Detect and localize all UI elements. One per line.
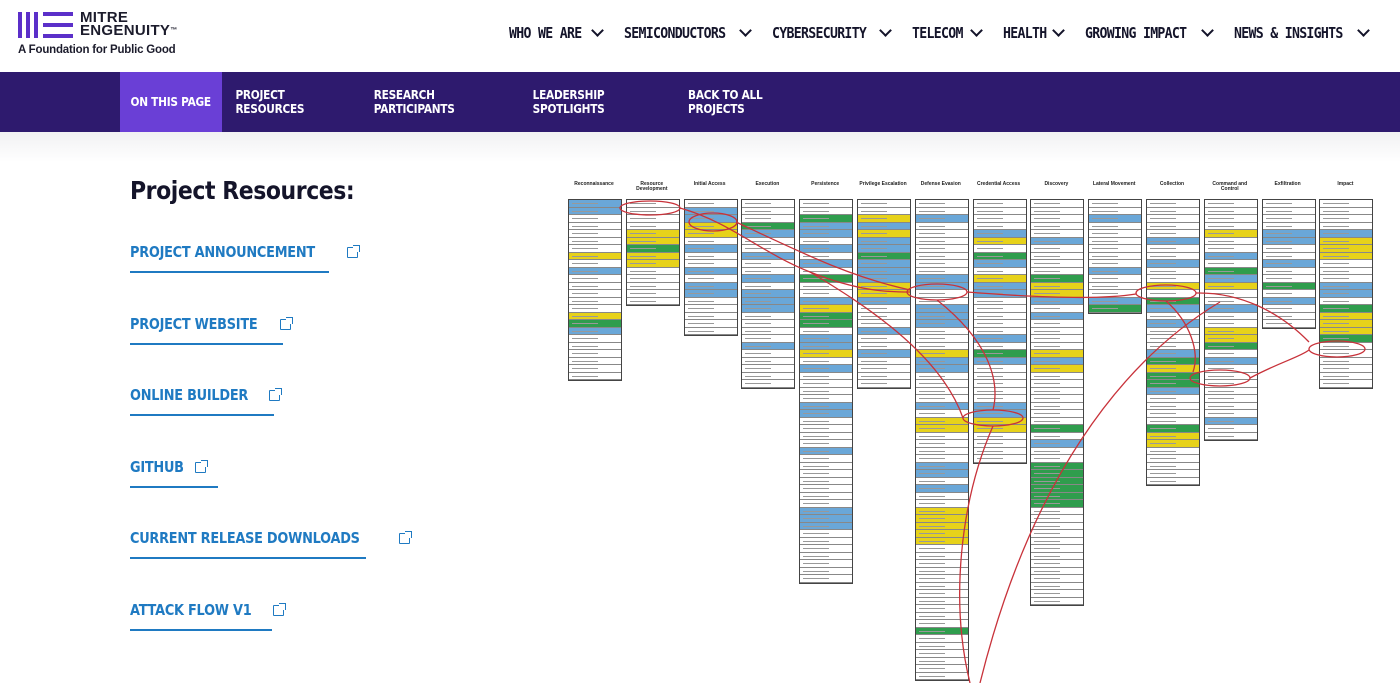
- external-link-icon: [194, 460, 208, 473]
- attack-flow-overlay: [619, 200, 1366, 683]
- project-announcement-link[interactable]: PROJECT ANNOUNCEMENT: [130, 243, 361, 273]
- attack-matrix-image: Reconnaissance Resource Development Initia…: [560, 182, 1374, 683]
- online-builder-link[interactable]: ONLINE BUILDER: [130, 386, 283, 416]
- nav-who-we-are[interactable]: WHO WE ARE: [509, 24, 604, 42]
- project-subnav: ON THIS PAGE PROJECT RESOURCES RESEARCH …: [0, 72, 1400, 132]
- nav-health[interactable]: HEALTH: [1003, 24, 1066, 42]
- chevron-down-icon: [591, 24, 604, 37]
- chevron-down-icon: [1357, 24, 1370, 37]
- nav-semiconductors[interactable]: SEMICONDUCTORS: [624, 24, 753, 42]
- chevron-down-icon: [879, 24, 893, 37]
- chevron-down-icon: [1200, 24, 1214, 37]
- logo-mark-icon: [18, 12, 74, 38]
- chevron-down-icon: [739, 24, 753, 37]
- external-link-icon: [273, 603, 287, 616]
- current-release-downloads-link[interactable]: CURRENT RELEASE DOWNLOADS: [130, 529, 413, 559]
- nav-growing-impact[interactable]: GROWING IMPACT: [1085, 24, 1214, 42]
- chevron-down-icon: [970, 24, 983, 37]
- project-website-link[interactable]: PROJECT WEBSITE: [130, 315, 294, 345]
- chevron-down-icon: [1052, 24, 1066, 37]
- external-link-icon: [269, 388, 283, 401]
- page-title: Project Resources:: [130, 176, 355, 205]
- tab-on-this-page[interactable]: ON THIS PAGE: [120, 72, 222, 132]
- site-header: MITRE ENGENUITY™ A Foundation for Public…: [0, 0, 1400, 72]
- logo-tagline: A Foundation for Public Good: [18, 44, 176, 56]
- external-link-icon: [280, 317, 294, 330]
- nav-cybersecurity[interactable]: CYBERSECURITY: [772, 24, 893, 42]
- tab-leadership-spotlights[interactable]: LEADERSHIP SPOTLIGHTS: [524, 72, 668, 132]
- attack-flow-v1-link[interactable]: ATTACK FLOW V1: [130, 601, 287, 631]
- nav-telecom[interactable]: TELECOM: [912, 24, 983, 42]
- mitre-engenuity-logo[interactable]: MITRE ENGENUITY™ A Foundation for Public…: [18, 10, 218, 62]
- github-link[interactable]: GITHUB: [130, 458, 218, 488]
- external-link-icon: [347, 245, 361, 258]
- section-band: [0, 132, 1400, 162]
- nav-news-insights[interactable]: NEWS & INSIGHTS: [1234, 24, 1370, 42]
- external-link-icon: [399, 531, 413, 544]
- logo-wordmark: MITRE ENGENUITY™: [80, 9, 178, 39]
- tab-research-participants[interactable]: RESEARCH PARTICIPANTS: [365, 72, 511, 132]
- tab-project-resources[interactable]: PROJECT RESOURCES: [228, 72, 352, 132]
- main-nav: WHO WE ARE SEMICONDUCTORS CYBERSECURITY …: [487, 24, 1370, 42]
- tab-back-to-all-projects[interactable]: BACK TO ALL PROJECTS: [680, 72, 814, 132]
